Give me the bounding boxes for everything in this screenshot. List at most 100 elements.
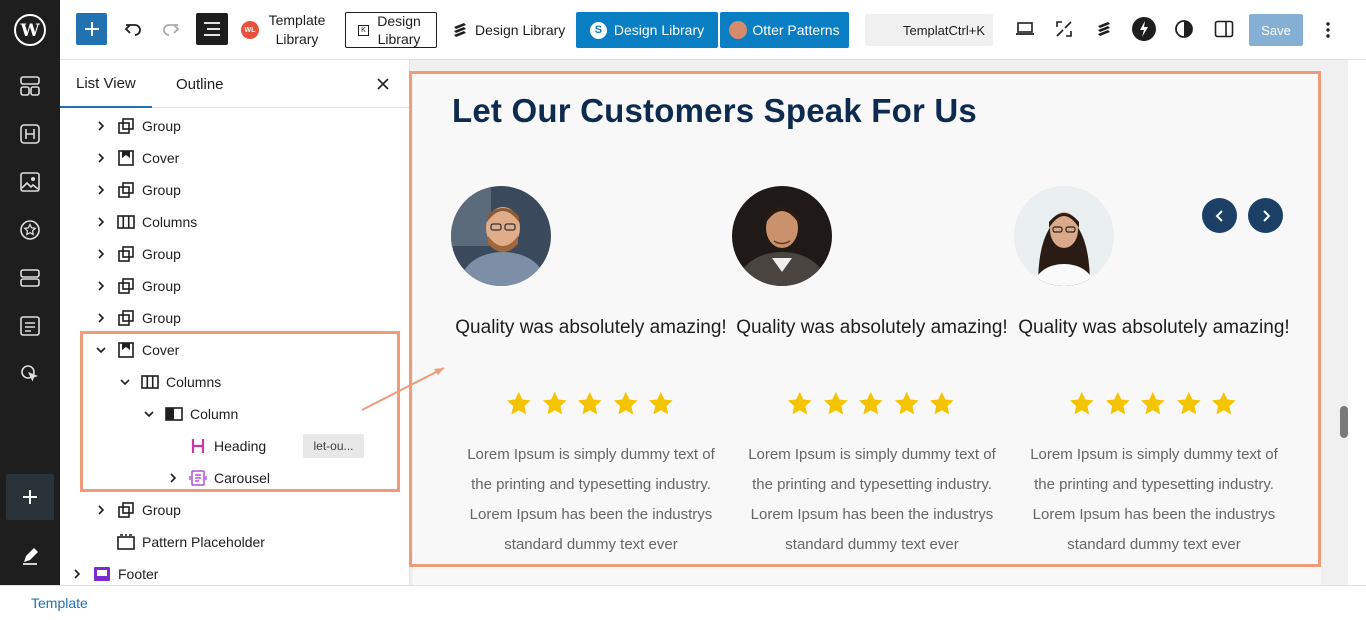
- chevron-right-icon[interactable]: [92, 277, 110, 295]
- pencil-icon[interactable]: [18, 544, 42, 568]
- carousel-prev-button[interactable]: [1202, 198, 1237, 233]
- carousel-next-button[interactable]: [1248, 198, 1283, 233]
- testimonial-card[interactable]: Quality was absolutely amazing! Lorem Ip…: [451, 186, 731, 585]
- star-icon: [930, 391, 955, 415]
- cover-icon: [116, 148, 136, 168]
- otter-logo-icon: [729, 21, 748, 39]
- star-icon: [542, 391, 567, 415]
- undo-icon[interactable]: [120, 16, 146, 42]
- testimonial-body[interactable]: Lorem Ipsum is simply dummy text of the …: [1028, 440, 1280, 560]
- avatar: [451, 186, 551, 286]
- patterns-icon[interactable]: [18, 74, 42, 98]
- star-icon: [649, 391, 674, 415]
- testimonial-title[interactable]: Quality was absolutely amazing!: [736, 316, 1008, 340]
- canvas-scrollbar-thumb[interactable]: [1340, 406, 1348, 438]
- media-icon[interactable]: [18, 170, 42, 194]
- fullscreen-icon[interactable]: [1051, 16, 1077, 42]
- block-inserter-button[interactable]: [76, 13, 107, 45]
- heading-block-icon[interactable]: [18, 122, 42, 146]
- avatar: [1014, 186, 1114, 286]
- editor-canvas[interactable]: Let Our Customers Speak For Us Quality w…: [410, 60, 1340, 585]
- star-icon: [1176, 391, 1201, 415]
- stackable-design-library-button[interactable]: Design Library: [451, 16, 565, 44]
- list-item-cover[interactable]: Cover: [92, 142, 179, 174]
- group-icon: [116, 244, 136, 264]
- list-item-label: Footer: [118, 566, 159, 582]
- list-item-group[interactable]: Group: [92, 302, 181, 334]
- tab-outline[interactable]: Outline: [176, 60, 224, 108]
- list-item-group[interactable]: Group: [92, 110, 181, 142]
- star-icon: [1105, 391, 1130, 415]
- settings-sidebar-icon[interactable]: [1211, 16, 1237, 42]
- chevron-right-icon[interactable]: [92, 149, 110, 167]
- group-icon: [116, 308, 136, 328]
- design-library-outline-button[interactable]: K Design Library: [345, 12, 437, 48]
- list-item-group[interactable]: Group: [92, 270, 181, 302]
- list-item-group[interactable]: Group: [92, 494, 181, 526]
- list-item-label: Group: [142, 310, 181, 326]
- save-button[interactable]: Save: [1249, 14, 1303, 46]
- list-item-group[interactable]: Group: [92, 174, 181, 206]
- stackable-icon[interactable]: [1091, 16, 1117, 42]
- list-item-group[interactable]: Group: [92, 238, 181, 270]
- list-view-toggle-button[interactable]: [196, 13, 228, 45]
- design-library-label-1: Design Library: [377, 13, 421, 47]
- chevron-left-icon: [1215, 209, 1223, 222]
- contrast-icon[interactable]: [1171, 16, 1197, 42]
- sections-icon[interactable]: [18, 266, 42, 290]
- desktop-preview-icon[interactable]: [1012, 16, 1038, 42]
- command-palette-input[interactable]: TemplatCtrl+K: [865, 14, 993, 46]
- cursor-click-icon[interactable]: [18, 362, 42, 386]
- otter-patterns-button[interactable]: Otter Patterns: [720, 12, 849, 48]
- spectra-icon[interactable]: [1131, 16, 1157, 42]
- tab-list-view[interactable]: List View: [60, 60, 152, 108]
- testimonial-body[interactable]: Lorem Ipsum is simply dummy text of the …: [746, 440, 998, 560]
- stackable-logo-icon: [454, 23, 466, 37]
- testimonial-card[interactable]: Quality was absolutely amazing! Lorem Ip…: [732, 186, 1012, 585]
- chevron-right-icon[interactable]: [92, 213, 110, 231]
- star-badge-icon[interactable]: [18, 218, 42, 242]
- testimonial-body[interactable]: Lorem Ipsum is simply dummy text of the …: [465, 440, 717, 560]
- columns-icon: [116, 212, 136, 232]
- group-icon: [116, 276, 136, 296]
- template-library-button[interactable]: WL Template Library: [241, 10, 327, 50]
- list-item-columns[interactable]: Columns: [92, 206, 197, 238]
- group-icon: [116, 116, 136, 136]
- group-icon: [116, 180, 136, 200]
- options-menu-icon[interactable]: [1318, 18, 1338, 42]
- add-block-button[interactable]: [6, 474, 54, 520]
- section-heading[interactable]: Let Our Customers Speak For Us: [452, 92, 977, 130]
- testimonial-card[interactable]: Quality was absolutely amazing! Lorem Ip…: [1014, 186, 1294, 585]
- star-icon: [1069, 391, 1094, 415]
- chevron-right-icon[interactable]: [92, 245, 110, 263]
- pattern-placeholder-icon: [116, 532, 136, 552]
- wordpress-logo-icon[interactable]: W: [0, 0, 60, 60]
- list-item-pattern-placeholder[interactable]: Pattern Placeholder: [92, 526, 265, 558]
- chevron-right-icon[interactable]: [92, 309, 110, 327]
- design-library-label-2: Design Library: [475, 22, 566, 38]
- breadcrumb[interactable]: Template: [31, 595, 88, 611]
- close-icon[interactable]: [373, 74, 393, 94]
- testimonial-cover-block[interactable]: Let Our Customers Speak For Us Quality w…: [413, 74, 1321, 585]
- list-view-panel: List View Outline Group Cover Group Colu…: [60, 60, 410, 585]
- chevron-right-icon[interactable]: [92, 117, 110, 135]
- design-library-logo-icon: S: [589, 21, 607, 39]
- canvas-scrollbar[interactable]: [1340, 60, 1348, 585]
- redo-icon[interactable]: [158, 16, 184, 42]
- star-rating: [786, 390, 956, 418]
- list-item-label: Pattern Placeholder: [142, 534, 265, 550]
- chevron-right-icon[interactable]: [68, 565, 86, 583]
- chevron-right-icon[interactable]: [92, 181, 110, 199]
- design-library-primary-button[interactable]: S Design Library: [576, 12, 718, 48]
- list-item-footer[interactable]: Footer: [68, 558, 158, 585]
- list-item-label: Columns: [142, 214, 198, 230]
- group-icon: [116, 500, 136, 520]
- testimonial-title[interactable]: Quality was absolutely amazing!: [1018, 316, 1290, 340]
- wl-logo-icon: WL: [241, 21, 259, 39]
- testimonial-title[interactable]: Quality was absolutely amazing!: [455, 316, 727, 340]
- list-highlight-box: [80, 331, 400, 492]
- chevron-right-icon[interactable]: [92, 501, 110, 519]
- star-icon: [506, 391, 531, 415]
- list-view-tabs: List View Outline: [60, 60, 409, 108]
- forms-icon[interactable]: [18, 314, 42, 338]
